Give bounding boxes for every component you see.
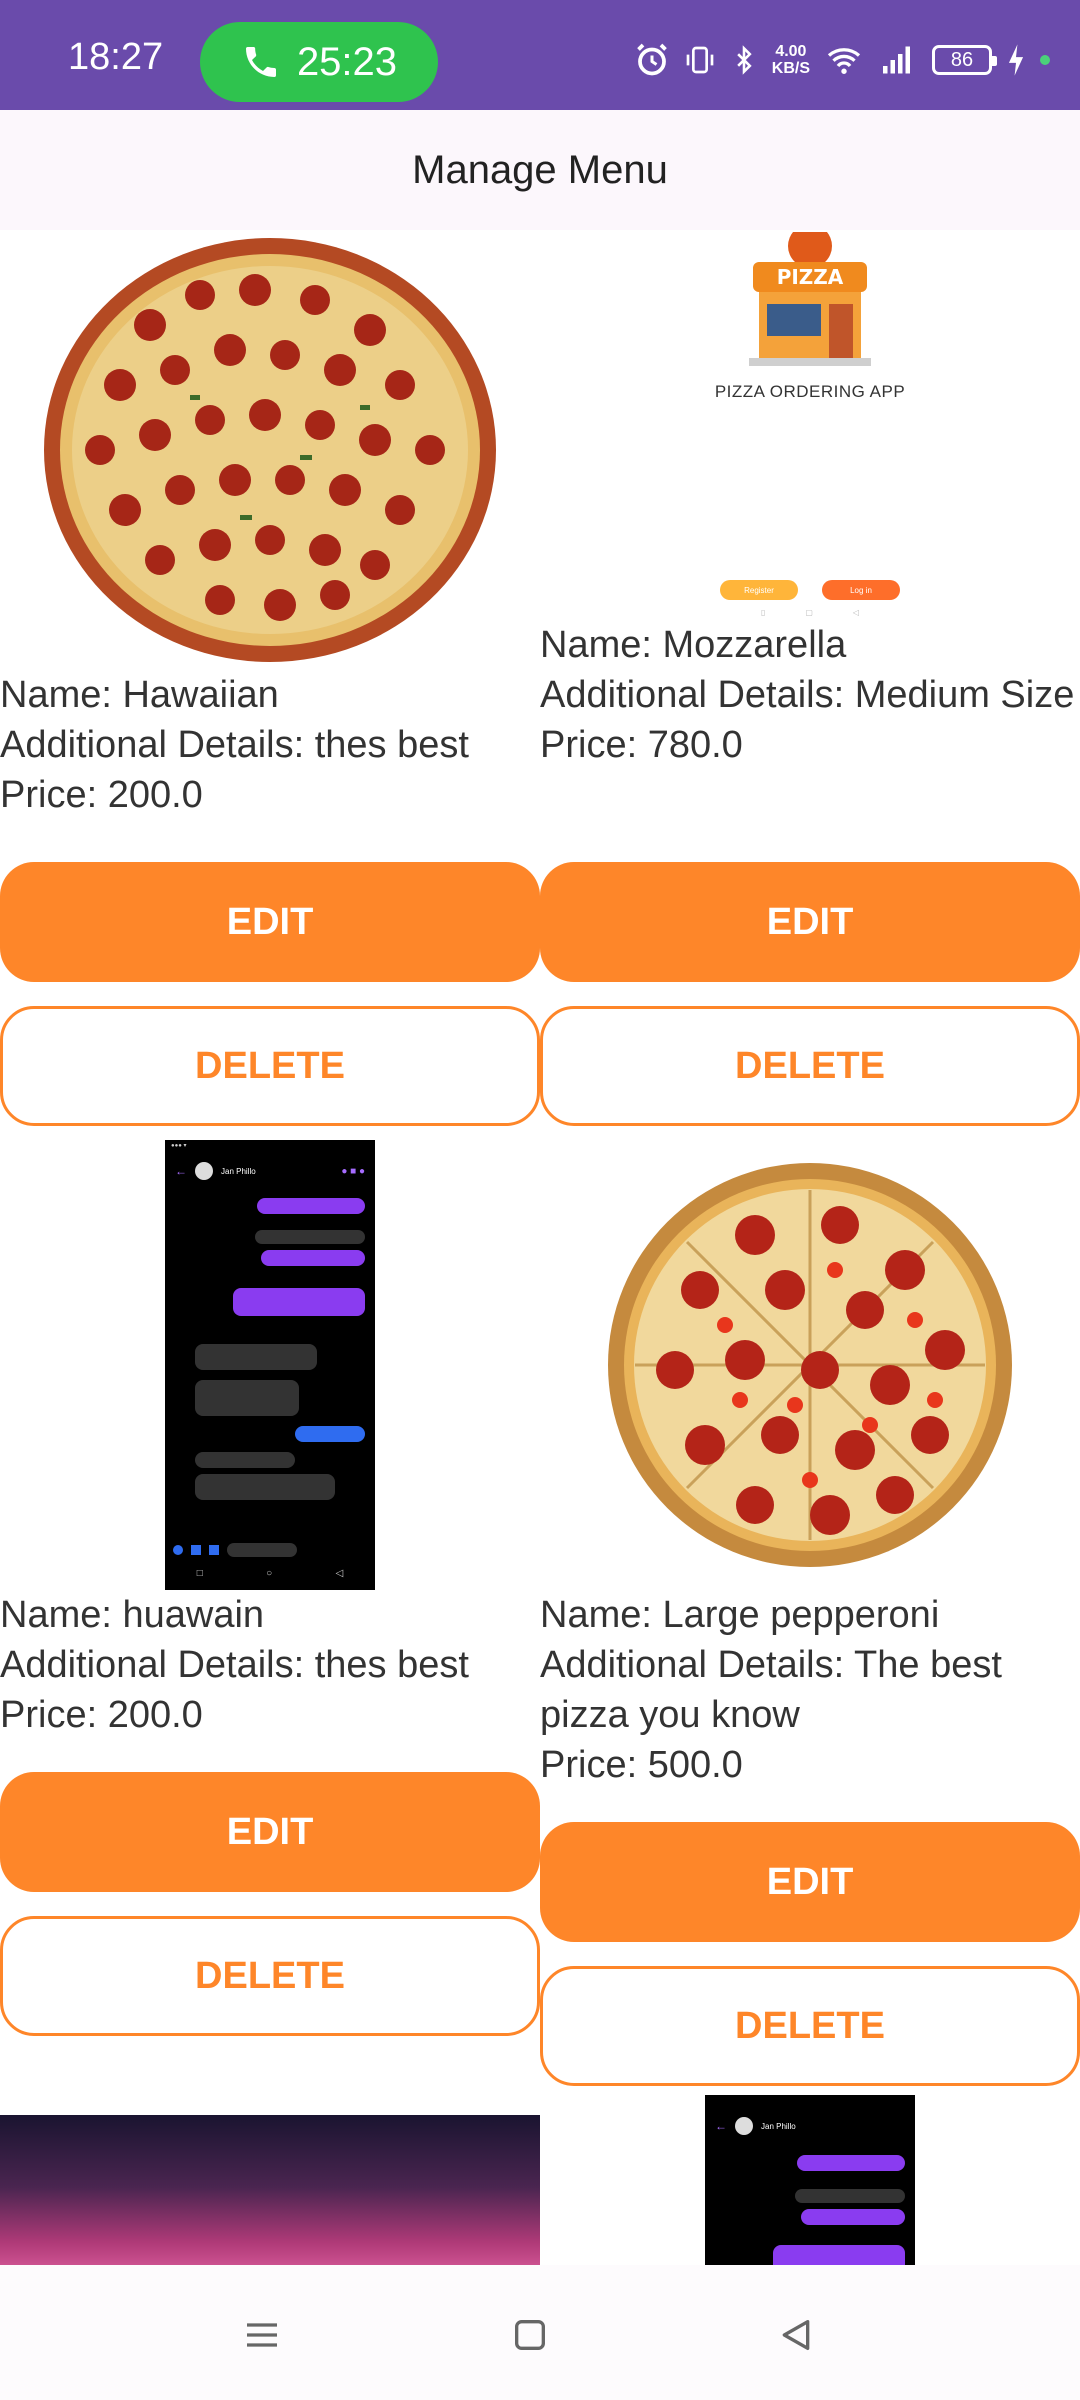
delete-button[interactable]: DELETE (0, 1006, 540, 1126)
product-price: Price: 780.0 (540, 724, 743, 766)
network-speed: 4.00 KB/S (771, 43, 810, 77)
product-name: Name: huawain (0, 1594, 265, 1636)
status-time: 18:27 (68, 36, 164, 78)
chat-screenshot: ← Jan Phillo (705, 2095, 915, 2265)
product-image (0, 230, 540, 670)
edit-button[interactable]: EDIT (0, 1772, 540, 1892)
bluetooth-icon (737, 45, 752, 75)
product-card: Name: Hawaiian Additional Details: thes … (0, 230, 540, 1140)
signal-icon (883, 46, 910, 74)
splash-login-button: Log in (822, 580, 900, 600)
home-square-icon (515, 2320, 545, 2350)
back-triangle-icon (782, 2320, 810, 2350)
charging-icon (1008, 44, 1024, 76)
page-title: Manage Menu (412, 147, 668, 192)
product-info: Name: Large pepperoni Additional Details… (540, 1590, 1080, 1790)
product-name: Name: Hawaiian (0, 674, 279, 716)
system-navigation-bar (0, 2265, 1080, 2400)
splash-title: PIZZA ORDERING APP (714, 382, 906, 401)
product-name: Name: Mozzarella (540, 624, 847, 666)
product-card: ← Jan Phillo (540, 2095, 1080, 2265)
splash-register-button: Register (720, 580, 798, 600)
chat-screenshot: ●●● ▾ ← Jan Phillo ● ■ ● □ ○ ◁ (165, 1140, 375, 1590)
product-price: Price: 200.0 (0, 774, 203, 816)
product-info: Name: Hawaiian Additional Details: thes … (0, 670, 540, 820)
menu-nav-button[interactable] (232, 2305, 292, 2365)
pizza-shop-icon: PIZZA (749, 232, 871, 366)
alarm-icon (636, 43, 667, 76)
product-name: Name: Large pepperoni (540, 1594, 940, 1636)
phone-icon (245, 47, 276, 77)
battery-indicator: 86 (932, 45, 997, 75)
menu-icon (247, 2323, 277, 2347)
call-timer: 25:23 (296, 39, 398, 84)
privacy-dot (1040, 55, 1050, 65)
ongoing-call-pill[interactable]: 25:23 (200, 22, 438, 102)
product-card: PIZZA PIZZA ORDERING APP Register Log in… (540, 230, 1080, 1140)
edit-button[interactable]: EDIT (0, 862, 540, 982)
edit-button[interactable]: EDIT (540, 862, 1080, 982)
product-image (540, 1140, 1080, 1590)
shop-sign: PIZZA (777, 265, 844, 289)
product-card (0, 2095, 540, 2265)
home-nav-button[interactable] (500, 2305, 560, 2365)
product-details: Additional Details: thes best (0, 724, 469, 766)
delete-button[interactable]: DELETE (540, 1006, 1080, 1126)
chat-contact-name: Jan Phillo (221, 1166, 256, 1176)
product-info: Name: Mozzarella Additional Details: Med… (540, 620, 1080, 770)
edit-button[interactable]: EDIT (540, 1822, 1080, 1942)
product-image: PIZZA PIZZA ORDERING APP Register Log in… (540, 230, 1080, 630)
back-nav-button[interactable] (766, 2305, 826, 2365)
pizza-photo (608, 1163, 1012, 1567)
product-info: Name: huawain Additional Details: thes b… (0, 1590, 540, 1740)
vibrate-icon (686, 46, 714, 74)
status-bar: 18:27 25:23 4.00 KB/S 86 (0, 0, 1080, 110)
pizza-photo (44, 238, 496, 662)
product-grid[interactable]: Name: Hawaiian Additional Details: thes … (0, 230, 1080, 2265)
chat-contact-name: Jan Phillo (761, 2121, 796, 2131)
wifi-icon (827, 48, 861, 74)
product-price: Price: 500.0 (540, 1744, 743, 1786)
aurora-photo (0, 2115, 540, 2265)
product-image: ●●● ▾ ← Jan Phillo ● ■ ● □ ○ ◁ (0, 1140, 540, 1590)
product-price: Price: 200.0 (0, 1694, 203, 1736)
product-details: Additional Details: The best pizza you k… (540, 1644, 1002, 1736)
app-bar: Manage Menu (0, 110, 1080, 230)
delete-button[interactable]: DELETE (0, 1916, 540, 2036)
product-details: Additional Details: Medium Size (540, 674, 1075, 716)
delete-button[interactable]: DELETE (540, 1966, 1080, 2086)
product-details: Additional Details: thes best (0, 1644, 469, 1686)
